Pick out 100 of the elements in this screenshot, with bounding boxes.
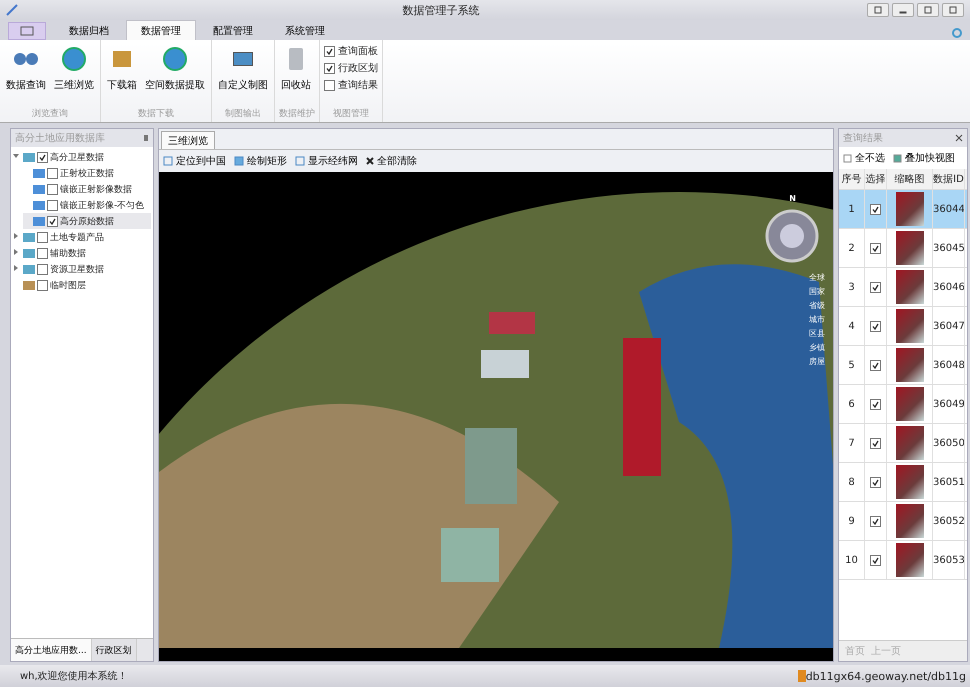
tree-item[interactable]: 高分卫星数据 [13,149,151,165]
table-cell: 36046 [933,268,965,306]
checkbox[interactable] [47,168,58,178]
result-row[interactable]: 9 36052 [839,502,967,541]
ribbon-tab[interactable]: 数据归档 [54,20,124,40]
zoom-level-label[interactable]: 省级 [809,300,825,311]
thumbnail-placeholder [896,231,924,265]
group-label: 浏览查询 [31,108,69,120]
fullscreen-button[interactable] [867,3,889,17]
checkbox-label[interactable]: 行政区划 [338,61,378,75]
checkbox[interactable] [870,438,881,448]
checkbox[interactable] [47,184,58,194]
panel-tab[interactable]: 行政区划 [92,639,137,661]
zoom-level-label[interactable]: 国家 [809,286,825,297]
column-header[interactable]: 选择 [865,169,887,189]
ribbon-button[interactable]: 三维浏览 [52,44,96,107]
toolbar-button[interactable]: 绘制矩形 [234,154,287,168]
checkbox[interactable] [870,360,881,370]
checkbox[interactable] [37,280,48,290]
checkbox-label[interactable]: 查询面板 [338,44,378,58]
checkbox[interactable] [870,476,881,488]
checkbox-label[interactable]: 查询结果 [338,78,378,92]
checkbox[interactable] [870,204,881,214]
panel-title: 高分土地应用数据库 [15,132,106,145]
ribbon-button[interactable]: 空间数据提取 [143,44,207,107]
app-menu-button[interactable] [8,22,46,40]
panel-icon [20,26,34,36]
checkbox[interactable] [324,80,335,90]
ribbon-tab[interactable]: 系统管理 [270,20,340,40]
checkbox[interactable] [37,152,48,162]
checkbox[interactable] [870,554,881,566]
thumbnail-placeholder [896,348,924,382]
zoom-level-label[interactable]: 区县 [809,328,825,339]
caret-icon[interactable] [13,249,19,255]
checkbox[interactable] [37,232,48,242]
checkbox[interactable] [870,242,881,254]
group-label: 数据下载 [137,108,175,120]
result-row[interactable]: 6 36049 [839,385,967,424]
zoom-level-label[interactable]: 乡镇 [809,342,825,353]
checkbox[interactable] [870,516,881,526]
ribbon-tab[interactable]: 配置管理 [198,20,268,40]
checkbox[interactable] [47,200,58,210]
tree-item[interactable]: 镶嵌正射影像-不匀色 [23,197,151,213]
column-header[interactable]: 数据ID [933,169,965,189]
ribbon-button[interactable]: 自定义制图 [216,44,270,107]
checkbox[interactable] [37,248,48,258]
caret-icon[interactable] [13,153,19,159]
result-row[interactable]: 7 36050 [839,424,967,463]
group-label: 制图输出 [224,108,262,120]
toolbar-button[interactable]: 显示经纬网 [295,154,358,168]
column-header[interactable]: 序号 [839,169,865,189]
caret-icon[interactable] [13,233,19,239]
checkbox[interactable] [870,398,881,410]
checkbox[interactable] [324,62,335,74]
result-row[interactable]: 10 36053 [839,541,967,580]
result-row[interactable]: 8 36051 [839,463,967,502]
tree-item[interactable]: 资源卫星数据 [13,261,151,277]
table-cell: 36051 [933,463,965,501]
table-cell: 10 [839,541,865,579]
minimize-button[interactable] [892,3,914,17]
ribbon-button[interactable]: 下载箱 [105,44,139,107]
zoom-level-label[interactable]: 房屋 [809,356,825,367]
restore-button[interactable] [917,3,939,17]
result-row[interactable]: 3 36046 [839,268,967,307]
column-header[interactable]: 缩略图 [887,169,933,189]
ribbon-button[interactable]: 回收站 [279,44,313,107]
toolbar-button[interactable]: 全不选 [843,151,885,165]
caret-icon[interactable] [13,265,19,271]
table-cell: 36048 [933,346,965,384]
tree-item[interactable]: 辅助数据 [13,245,151,261]
view-tab[interactable]: 三维浏览 [161,131,215,149]
pin-icon[interactable] [143,134,149,142]
table-cell: 36047 [933,307,965,345]
thumbnail-placeholder [896,426,924,460]
checkbox[interactable] [324,46,335,56]
thumbnail-placeholder [896,270,924,304]
toolbar-button[interactable]: 全部清除 [366,154,417,168]
checkbox[interactable] [870,320,881,332]
tree-item[interactable]: 高分原始数据 [23,213,151,229]
tree-item[interactable]: 临时图层 [13,277,151,293]
tree-item[interactable]: 正射校正数据 [23,165,151,181]
ribbon-tab[interactable]: 数据管理 [126,20,196,40]
toolbar-button[interactable]: 定位到中国 [163,154,226,168]
checkbox[interactable] [47,216,58,226]
result-row[interactable]: 1 36044 [839,190,967,229]
tree-item[interactable]: 土地专题产品 [13,229,151,245]
checkbox[interactable] [870,282,881,292]
table-cell: 8 [839,463,865,501]
panel-tab[interactable]: 高分土地应用数... [11,639,92,661]
result-row[interactable]: 4 36047 [839,307,967,346]
toolbar-button[interactable]: 叠加快视图 [893,151,955,165]
close-button[interactable] [942,3,964,17]
zoom-level-label[interactable]: 城市 [809,314,825,325]
zoom-level-label[interactable]: 全球 [809,272,825,283]
table-cell: 36052 [933,502,965,540]
result-row[interactable]: 5 36048 [839,346,967,385]
tree-item[interactable]: 镶嵌正射影像数据 [23,181,151,197]
checkbox[interactable] [37,264,48,274]
ribbon-button[interactable]: 数据查询 [4,44,48,107]
result-row[interactable]: 2 36045 [839,229,967,268]
